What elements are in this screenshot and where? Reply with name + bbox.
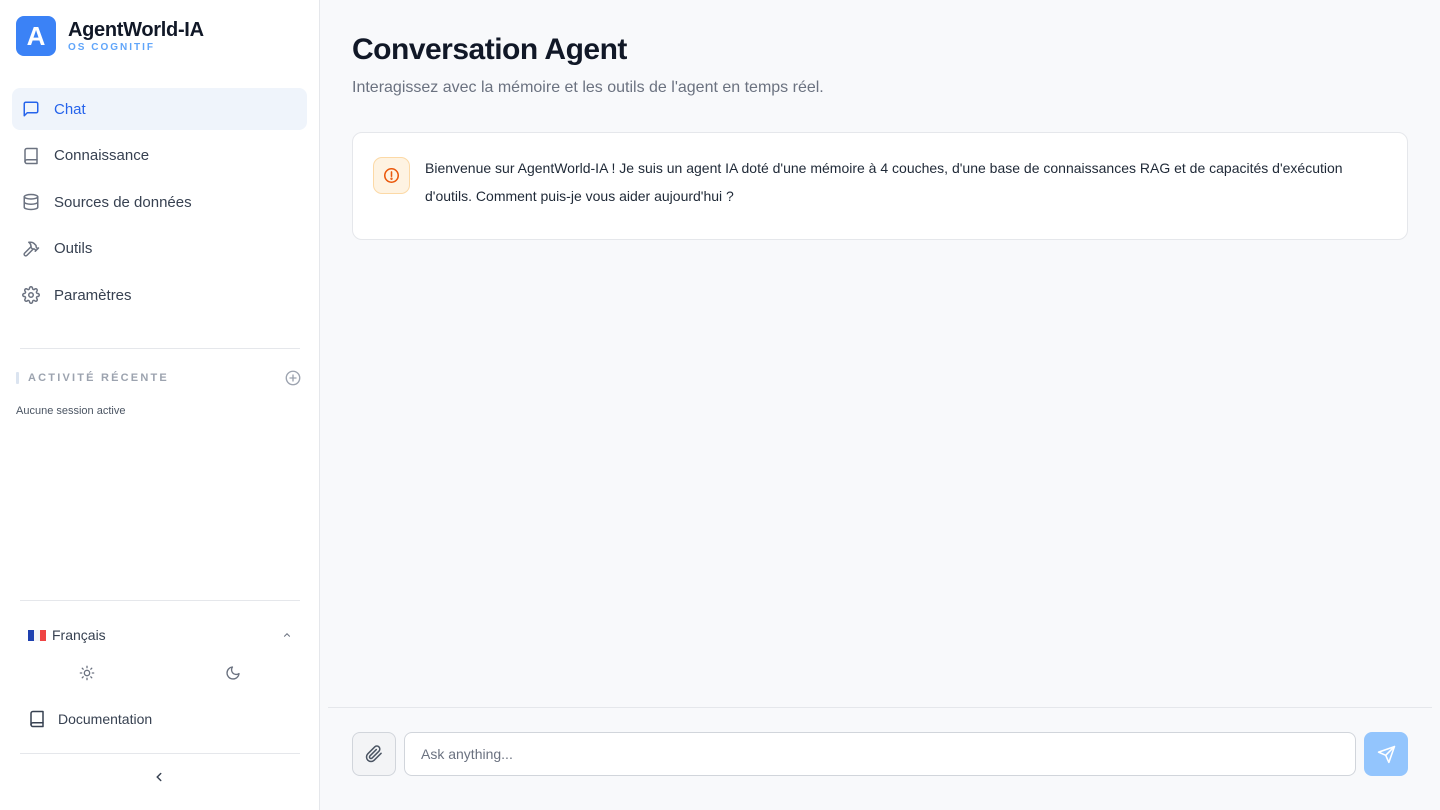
- sidebar-item-label: Paramètres: [54, 286, 132, 304]
- sidebar-item-label: Connaissance: [54, 147, 150, 164]
- theme-toggle: [20, 662, 300, 684]
- divider: [20, 348, 300, 349]
- send-icon: [1377, 745, 1395, 763]
- sidebar-item-label: Outils: [54, 240, 93, 257]
- brand-name: AgentWorld-IA: [68, 19, 204, 41]
- composer-divider: [328, 707, 1432, 708]
- moon-icon[interactable]: [225, 665, 241, 681]
- page-title: Conversation Agent: [352, 33, 627, 66]
- sidebar-item-outils[interactable]: Outils: [12, 228, 307, 270]
- sidebar-item-connaissance[interactable]: Connaissance: [12, 135, 307, 177]
- book-icon: [30, 710, 44, 728]
- sidebar-item-label: Chat: [54, 100, 86, 118]
- sidebar-item-parametres[interactable]: Paramètres: [12, 274, 307, 316]
- language-selector[interactable]: Français: [28, 624, 292, 646]
- documentation-link[interactable]: Documentation: [28, 707, 152, 731]
- sidebar-item-label: Sources de données: [54, 193, 192, 211]
- attach-button[interactable]: [352, 732, 396, 776]
- database-icon: [23, 193, 39, 211]
- message-text: Bienvenue sur AgentWorld-IA ! Je suis un…: [425, 160, 1343, 204]
- chevron-up-icon: [283, 633, 291, 637]
- recent-activity-title: ACTIVITÉ RÉCENTE: [28, 372, 169, 384]
- agent-message: Bienvenue sur AgentWorld-IA ! Je suis un…: [352, 132, 1408, 240]
- recent-activity-header: ACTIVITÉ RÉCENTE: [16, 368, 302, 388]
- sidebar-item-chat[interactable]: Chat: [12, 88, 307, 130]
- alert-circle-icon: [373, 157, 410, 194]
- paperclip-icon: [365, 745, 382, 763]
- divider: [20, 753, 300, 754]
- page-subtitle: Interagissez avec la mémoire et les outi…: [352, 79, 824, 96]
- send-button[interactable]: [1364, 732, 1408, 776]
- book-icon: [24, 147, 38, 164]
- divider: [20, 600, 300, 601]
- sun-icon[interactable]: [79, 665, 95, 681]
- no-session-text: Aucune session active: [16, 405, 126, 417]
- language-label: Français: [52, 627, 106, 643]
- gear-icon: [22, 286, 40, 304]
- sidebar-nav: Chat Connaissance Sources de données Out…: [12, 88, 307, 321]
- brand-subtitle: OS COGNITIF: [68, 42, 155, 53]
- logo: A: [16, 16, 56, 56]
- plus-circle-icon[interactable]: [284, 369, 302, 387]
- documentation-label: Documentation: [58, 711, 153, 727]
- sidebar: A AgentWorld-IA OS COGNITIF Chat Connais…: [0, 0, 320, 810]
- message-square-icon: [23, 101, 39, 117]
- hammer-icon: [23, 240, 40, 257]
- sidebar-item-sources[interactable]: Sources de données: [12, 181, 307, 223]
- brand[interactable]: A AgentWorld-IA OS COGNITIF: [16, 16, 204, 56]
- chevron-left-icon[interactable]: [152, 770, 166, 784]
- main-content: Conversation Agent Interagissez avec la …: [320, 0, 1440, 810]
- chat-input[interactable]: [404, 732, 1356, 776]
- flag-icon: [28, 629, 46, 641]
